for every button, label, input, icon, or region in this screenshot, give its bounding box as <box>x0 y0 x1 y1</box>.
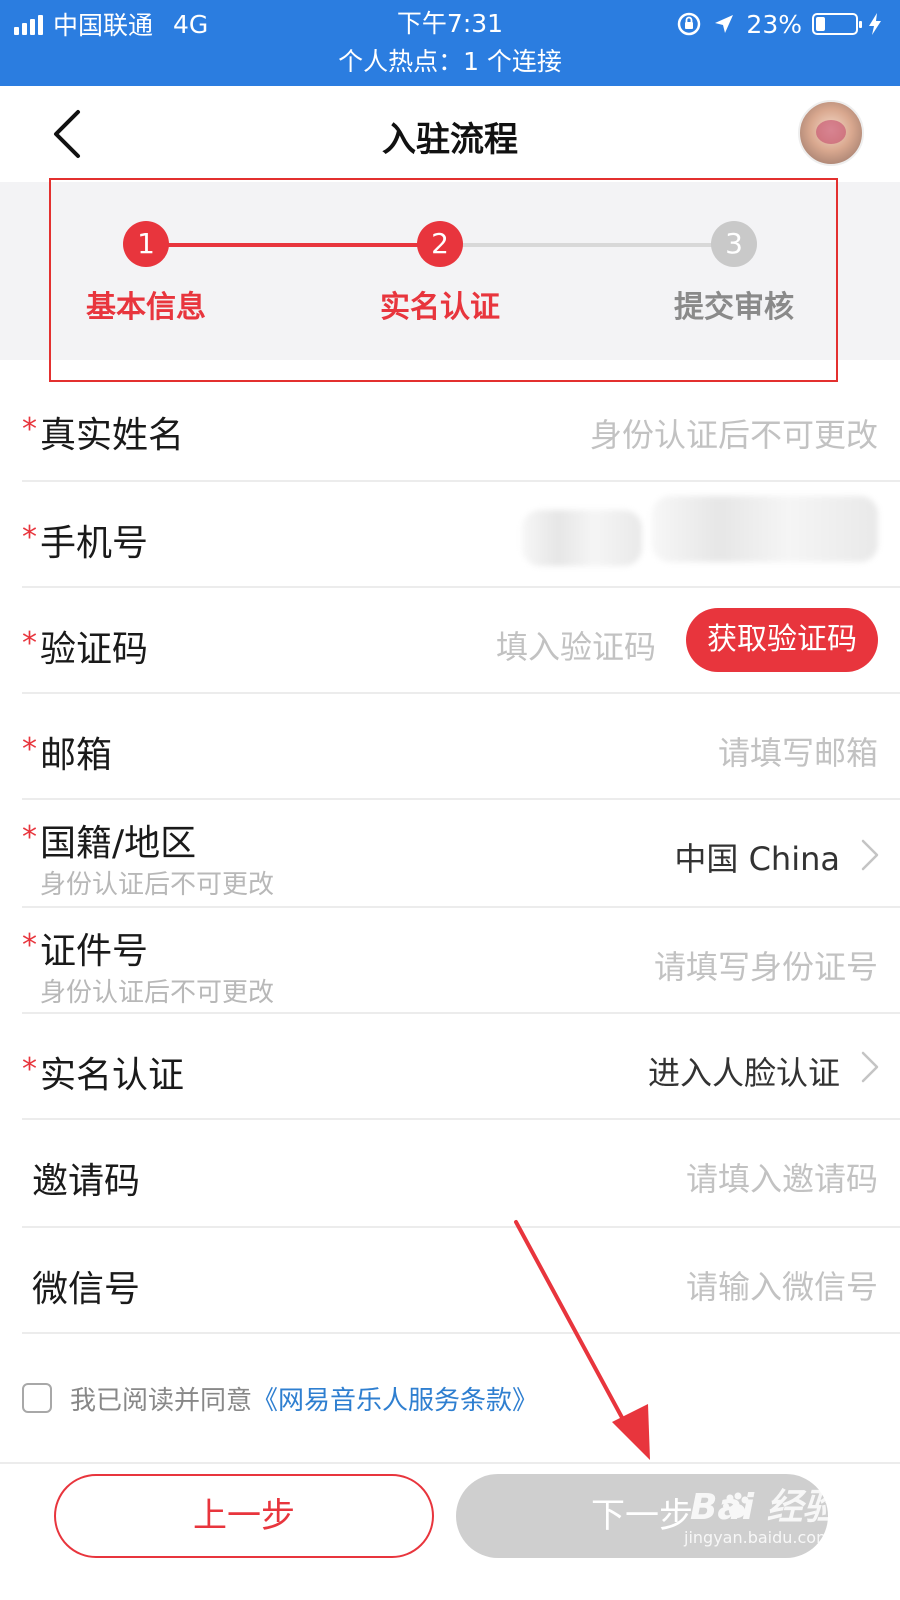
face-auth-row[interactable]: * 实名认证 进入人脸认证 <box>22 1014 900 1120</box>
step-1-circle: 1 <box>123 221 169 267</box>
phone-value-blurred[interactable] <box>522 510 642 566</box>
required-mark: * <box>22 732 37 767</box>
code-row[interactable]: * 验证码 填入验证码 获取验证码 <box>22 588 900 694</box>
face-auth-label: 实名认证 <box>40 1055 185 1096</box>
code-input[interactable]: 填入验证码 <box>496 622 656 668</box>
wechat-row[interactable]: 微信号 请输入微信号 <box>22 1228 900 1334</box>
step-connector-pending <box>450 243 750 247</box>
face-auth-value[interactable]: 进入人脸认证 <box>648 1048 840 1094</box>
required-mark: * <box>22 626 37 661</box>
required-mark: * <box>22 412 37 447</box>
highlight-frame <box>49 178 838 382</box>
chevron-right-icon[interactable] <box>860 1050 880 1084</box>
get-code-button[interactable]: 获取验证码 <box>686 608 878 672</box>
agreement-checkbox[interactable] <box>22 1383 52 1413</box>
status-bar: 中国联通 4G 下午7:31 23% 个人热点：1 个连接 <box>0 0 900 86</box>
chevron-right-icon[interactable] <box>860 838 880 872</box>
watermark-url: jingyan.baidu.com <box>684 1528 832 1547</box>
invite-input[interactable]: 请填入邀请码 <box>686 1154 878 1200</box>
paw-logo-icon <box>723 1492 749 1518</box>
invite-label: 邀请码 <box>32 1161 141 1202</box>
agreement-row: 我已阅读并同意 《网易音乐人服务条款》 <box>22 1378 538 1418</box>
hotspot-banner[interactable]: 个人热点：1 个连接 <box>0 44 900 80</box>
step-3-circle: 3 <box>711 221 757 267</box>
required-mark: * <box>22 928 37 963</box>
real-name-input[interactable]: 身份认证后不可更改 <box>590 410 878 456</box>
real-name-label: 真实姓名 <box>40 415 185 456</box>
id-number-label: 证件号 <box>40 931 149 972</box>
avatar[interactable] <box>798 100 864 166</box>
battery-icon <box>812 13 862 35</box>
page-title: 入驻流程 <box>382 120 518 160</box>
step-3-label: 提交审核 <box>674 290 794 325</box>
required-mark: * <box>22 1052 37 1087</box>
step-2-label: 实名认证 <box>380 290 500 325</box>
email-row[interactable]: * 邮箱 请填写邮箱 <box>22 694 900 800</box>
terms-link[interactable]: 《网易音乐人服务条款》 <box>252 1380 538 1417</box>
nationality-hint: 身份认证后不可更改 <box>40 870 275 900</box>
watermark: Bai 经验 jingyan.baidu.com <box>660 1478 860 1558</box>
wechat-input[interactable]: 请输入微信号 <box>686 1262 878 1308</box>
prev-step-button[interactable]: 上一步 <box>54 1474 434 1558</box>
phone-row[interactable]: * 手机号 <box>22 482 900 588</box>
id-number-input[interactable]: 请填写身份证号 <box>654 942 878 988</box>
invite-row[interactable]: 邀请码 请填入邀请码 <box>22 1120 900 1228</box>
required-mark: * <box>22 520 37 555</box>
wechat-label: 微信号 <box>32 1269 141 1310</box>
charging-icon <box>869 13 881 35</box>
email-input[interactable]: 请填写邮箱 <box>718 728 878 774</box>
nationality-row[interactable]: * 国籍/地区 身份认证后不可更改 中国 China <box>22 800 900 908</box>
battery-percent: 23% <box>746 9 802 39</box>
agreement-text: 我已阅读并同意 <box>70 1385 253 1416</box>
nationality-value[interactable]: 中国 China <box>674 834 840 880</box>
step-connector-done <box>150 243 450 247</box>
step-1-label: 基本信息 <box>86 290 206 325</box>
location-icon <box>715 15 734 33</box>
real-name-row[interactable]: * 真实姓名 身份认证后不可更改 <box>22 374 900 482</box>
step-2-circle: 2 <box>417 221 463 267</box>
id-number-hint: 身份认证后不可更改 <box>40 978 275 1008</box>
nav-bar: 入驻流程 <box>0 86 900 182</box>
required-mark: * <box>22 820 37 855</box>
email-label: 邮箱 <box>40 735 113 776</box>
nationality-label: 国籍/地区 <box>40 823 197 864</box>
watermark-brand: Bai 经验 <box>690 1487 839 1528</box>
rotation-lock-icon <box>678 12 701 36</box>
annotation-arrow-icon <box>514 1220 650 1460</box>
phone-label: 手机号 <box>40 523 149 564</box>
id-number-row[interactable]: * 证件号 身份认证后不可更改 请填写身份证号 <box>22 908 900 1014</box>
phone-value-blurred[interactable] <box>652 496 878 562</box>
code-label: 验证码 <box>40 629 149 670</box>
